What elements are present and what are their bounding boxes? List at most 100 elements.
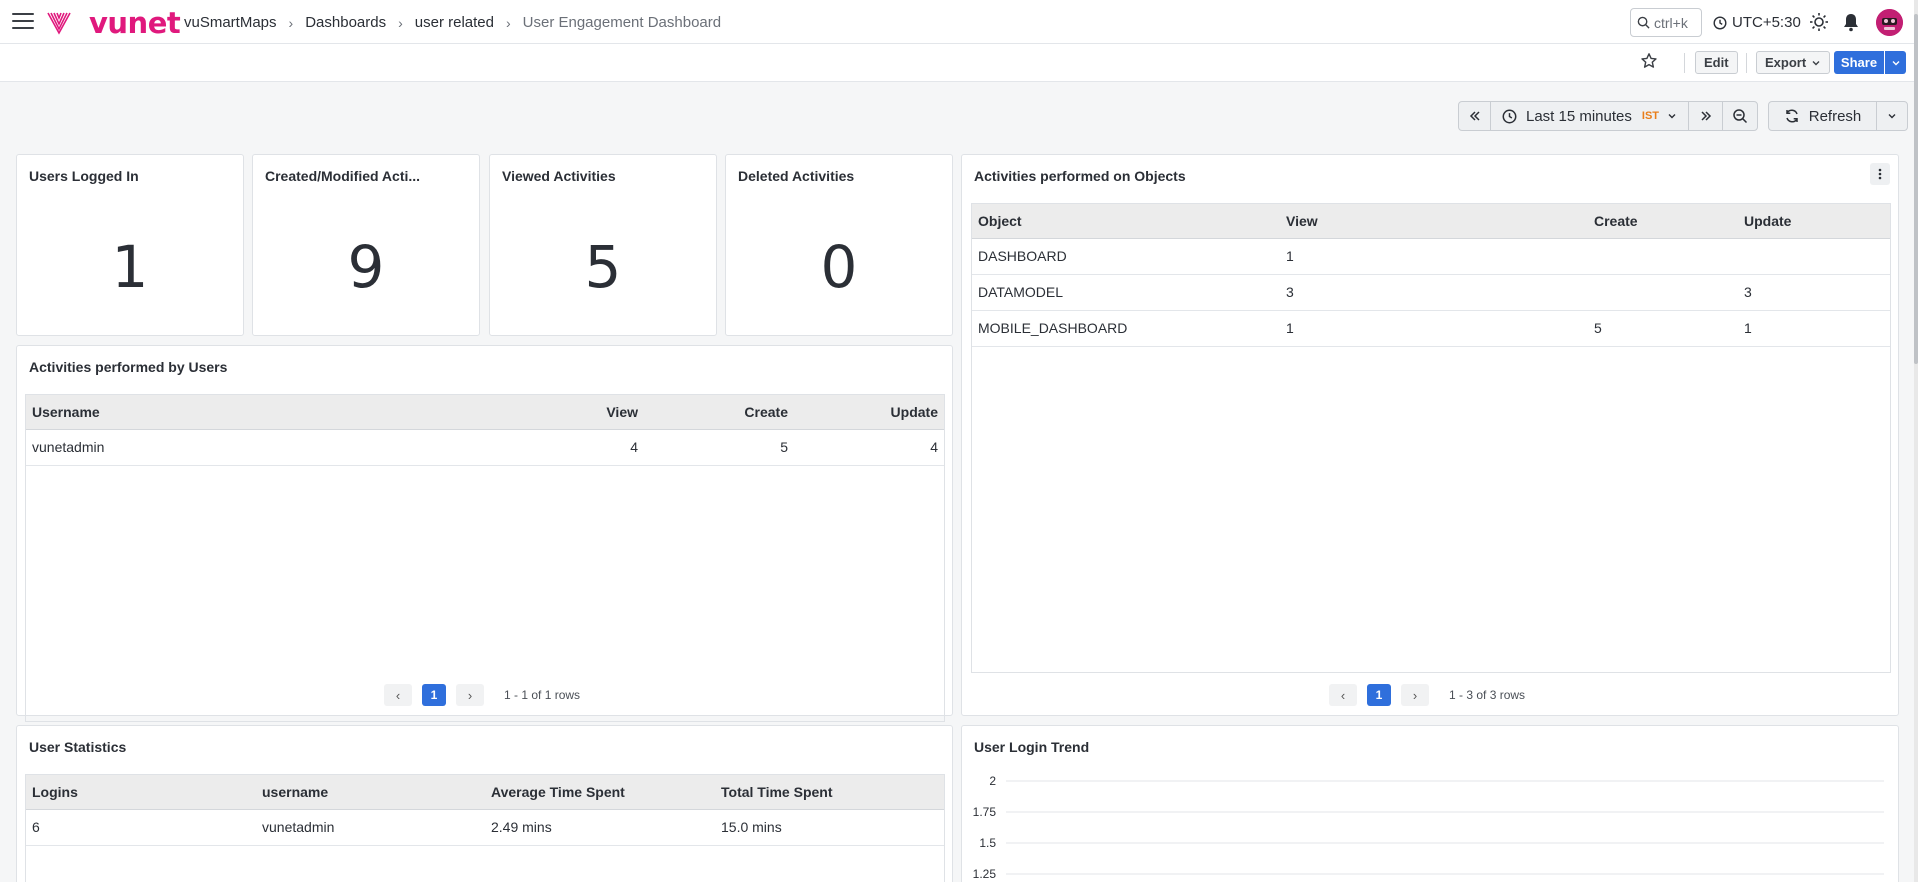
zoom-out-button[interactable]: [1723, 102, 1757, 130]
refresh-label: Refresh: [1808, 107, 1862, 125]
table-header-row: Object View Create Update: [972, 204, 1890, 239]
page-scrollbar-thumb[interactable]: [1914, 14, 1918, 364]
export-label: Export: [1765, 55, 1807, 70]
page-number-button[interactable]: 1: [1367, 684, 1391, 706]
table-cell: 6: [26, 809, 256, 846]
breadcrumb-separator: ›: [288, 14, 294, 31]
share-button[interactable]: Share: [1834, 51, 1884, 74]
time-range-label: Last 15 minutes: [1525, 107, 1632, 125]
y-tick-1-5: 1.5: [979, 836, 1884, 850]
timezone-selector[interactable]: UTC+5:30: [1713, 14, 1801, 31]
table-cell: 3: [1738, 274, 1890, 311]
table-cell: 5: [644, 429, 794, 466]
zoom-out-icon: [1733, 109, 1748, 124]
breadcrumb-vusmartmaps[interactable]: vuSmartMaps: [184, 14, 277, 31]
table-cell: vunetadmin: [26, 429, 494, 466]
favorite-star-icon[interactable]: [1640, 52, 1658, 70]
tz-badge: IST: [1641, 110, 1660, 122]
column-header-view[interactable]: View: [494, 395, 644, 430]
table-cell: 3: [1280, 274, 1588, 311]
user-stats-table-wrapper: Logins username Average Time Spent Total…: [25, 774, 945, 882]
panel-title: Deleted Activities: [738, 168, 855, 184]
refresh-icon: [1785, 109, 1798, 123]
table-cell: [1588, 274, 1738, 311]
users-table: Username View Create Update vunetadmin 4…: [26, 395, 944, 466]
search-icon: [1637, 16, 1650, 29]
objects-activity-panel: Activities performed on Objects Object V…: [961, 154, 1899, 716]
table-cell: 1: [1738, 310, 1890, 347]
table-cell: 4: [494, 429, 644, 466]
breadcrumb-current-page: User Engagement Dashboard: [522, 14, 722, 31]
edit-button[interactable]: Edit: [1695, 51, 1738, 74]
users-table-wrapper: Username View Create Update vunetadmin 4…: [25, 394, 945, 722]
column-header-update[interactable]: Update: [794, 395, 944, 430]
panel-menu-icon[interactable]: [1870, 163, 1890, 185]
stat-value: 9: [347, 233, 385, 301]
avatar[interactable]: [1876, 9, 1903, 36]
y-tick-2: 2: [989, 774, 1884, 788]
breadcrumb-separator: ›: [505, 14, 511, 31]
objects-pagination: ‹ 1 › 1 - 3 of 3 rows: [1329, 684, 1525, 706]
column-header-username[interactable]: username: [256, 775, 485, 810]
column-header-update[interactable]: Update: [1738, 204, 1890, 239]
prev-page-button[interactable]: ‹: [384, 684, 412, 706]
double-chevron-right-icon: [1700, 111, 1711, 121]
shift-back-button[interactable]: [1459, 102, 1491, 130]
time-range-picker: Last 15 minutes IST: [1458, 101, 1758, 131]
share-dropdown-button[interactable]: [1885, 51, 1906, 74]
next-page-button[interactable]: ›: [1401, 684, 1429, 706]
bell-icon[interactable]: [1840, 11, 1862, 33]
table-row: DASHBOARD 1: [972, 238, 1890, 275]
table-row: MOBILE_DASHBOARD 1 5 1: [972, 310, 1890, 347]
column-header-create[interactable]: Create: [644, 395, 794, 430]
y-tick-label: 1.5: [979, 836, 996, 850]
panel-title: Users Logged In: [29, 168, 139, 184]
y-tick-1-25: 1.25: [973, 867, 1884, 881]
user-statistics-panel: User Statistics Logins username Average …: [16, 725, 953, 882]
toolbar-divider: [1684, 53, 1685, 73]
panel-title: Viewed Activities: [502, 168, 616, 184]
export-button[interactable]: Export: [1756, 51, 1831, 74]
clock-icon: [1713, 15, 1727, 30]
stat-panel-viewed-activities: Viewed Activities 5: [489, 154, 717, 336]
table-cell: 4: [794, 429, 944, 466]
column-header-username[interactable]: Username: [26, 395, 494, 430]
table-cell: [1588, 238, 1738, 275]
breadcrumb-dashboards[interactable]: Dashboards: [305, 14, 386, 31]
timezone-label: UTC+5:30: [1732, 14, 1801, 31]
hamburger-menu-icon[interactable]: [12, 13, 34, 31]
refresh-interval-dropdown[interactable]: [1877, 102, 1907, 130]
shift-forward-button[interactable]: [1689, 102, 1723, 130]
breadcrumb: vuSmartMaps › Dashboards › user related …: [184, 14, 721, 31]
top-navbar: vunet vuSmartMaps › Dashboards › user re…: [0, 0, 1918, 44]
column-header-object[interactable]: Object: [972, 204, 1280, 239]
breadcrumb-separator: ›: [398, 14, 403, 31]
double-chevron-left-icon: [1469, 111, 1480, 121]
breadcrumb-user-related[interactable]: user related: [415, 14, 494, 31]
table-header-row: Username View Create Update: [26, 395, 944, 430]
next-page-button[interactable]: ›: [456, 684, 484, 706]
stat-value: 1: [111, 233, 149, 301]
y-tick-label: 1.75: [973, 805, 997, 819]
logo-text: vunet: [89, 6, 181, 40]
table-row: vunetadmin 4 5 4: [26, 429, 944, 466]
chevron-down-icon: [1888, 114, 1896, 119]
column-header-logins[interactable]: Logins: [26, 775, 256, 810]
search-input[interactable]: ctrl+k: [1630, 8, 1702, 37]
prev-page-button[interactable]: ‹: [1329, 684, 1357, 706]
time-range-button[interactable]: Last 15 minutes IST: [1491, 102, 1689, 130]
theme-toggle-sun-icon[interactable]: [1808, 11, 1830, 33]
column-header-view[interactable]: View: [1280, 204, 1588, 239]
column-header-total-time[interactable]: Total Time Spent: [715, 775, 944, 810]
y-tick-1-75: 1.75: [973, 805, 1884, 819]
refresh-button[interactable]: Refresh: [1769, 102, 1877, 130]
table-cell: 15.0 mins: [715, 809, 944, 846]
page-number-button[interactable]: 1: [422, 684, 446, 706]
column-header-average-time[interactable]: Average Time Spent: [485, 775, 715, 810]
search-placeholder: ctrl+k: [1654, 14, 1688, 31]
table-cell: [1738, 238, 1890, 275]
table-row: 6 vunetadmin 2.49 mins 15.0 mins: [26, 809, 944, 846]
refresh-control: Refresh: [1768, 101, 1908, 131]
chevron-down-icon: [1812, 60, 1820, 65]
column-header-create[interactable]: Create: [1588, 204, 1738, 239]
